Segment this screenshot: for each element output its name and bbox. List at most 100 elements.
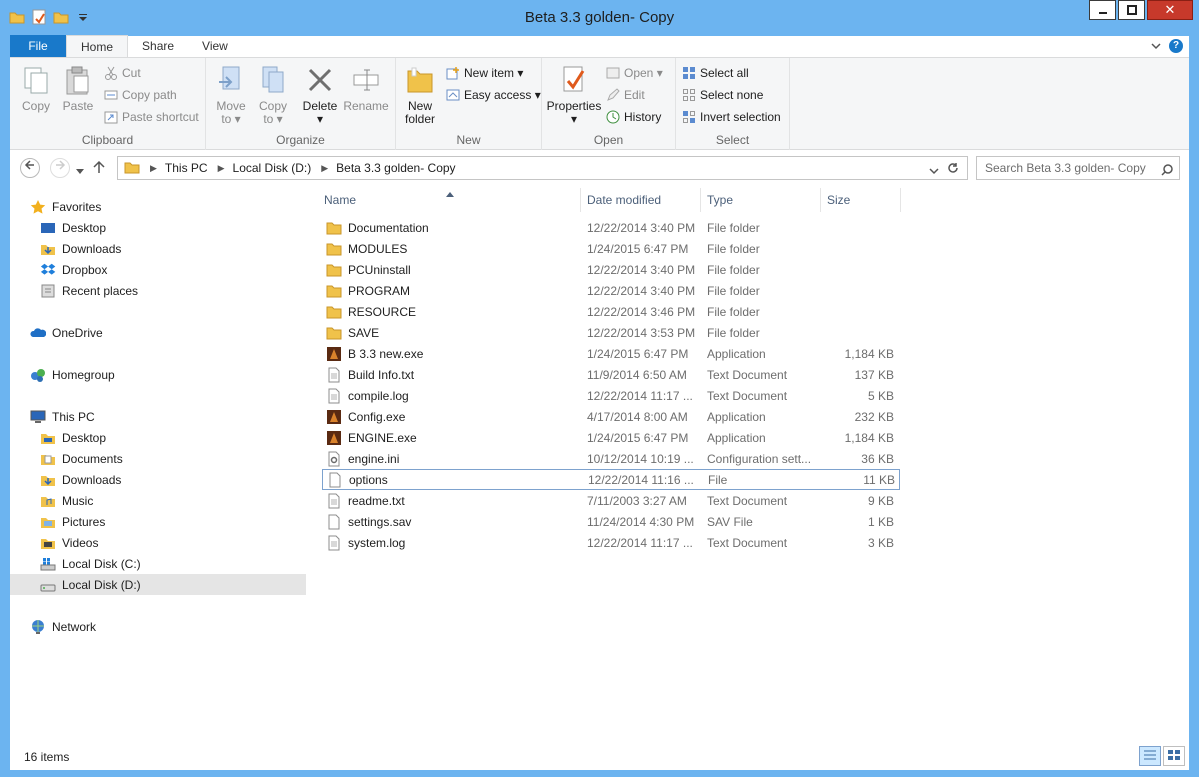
select-none-button[interactable]: Select none (682, 85, 763, 105)
nav-pc-local-disk-d[interactable]: Local Disk (D:) (10, 574, 306, 595)
file-name-cell[interactable]: PCUninstall (322, 262, 581, 278)
column-header-name[interactable]: Name (318, 188, 581, 212)
new-folder-icon[interactable] (52, 8, 70, 26)
column-header-date[interactable]: Date modified (581, 188, 701, 212)
nav-homegroup[interactable]: Homegroup (10, 364, 306, 385)
properties-button[interactable]: Properties ▾ (546, 64, 602, 126)
table-row[interactable]: readme.txt 7/11/2003 3:27 AM Text Document… (322, 490, 898, 511)
file-name-cell[interactable]: Build Info.txt (322, 367, 581, 383)
easy-access-button[interactable]: Easy access ▾ (446, 85, 541, 105)
file-name-cell[interactable]: settings.sav (322, 514, 581, 530)
help-icon[interactable]: ? (1169, 39, 1183, 53)
breadcrumb-separator-icon[interactable]: ▶ (321, 163, 328, 174)
nav-network[interactable]: Network (10, 616, 306, 637)
nav-pc-documents[interactable]: Documents (10, 448, 306, 469)
nav-pc-music[interactable]: Music (10, 490, 306, 511)
maximize-button[interactable] (1118, 0, 1145, 20)
nav-pc-downloads[interactable]: Downloads (10, 469, 306, 490)
details-view-button[interactable] (1139, 746, 1161, 766)
address-bar[interactable]: ▶ This PC ▶ Local Disk (D:) ▶ Beta 3.3 g… (117, 156, 968, 180)
rename-button[interactable]: Rename (342, 64, 390, 113)
file-name-cell[interactable]: RESOURCE (322, 304, 581, 320)
tab-share[interactable]: Share (128, 35, 188, 57)
table-row[interactable]: MODULES 1/24/2015 6:47 PM File folder (322, 238, 898, 259)
nav-onedrive[interactable]: OneDrive (10, 322, 306, 343)
large-icons-view-button[interactable] (1163, 746, 1185, 766)
select-all-button[interactable]: Select all (682, 63, 749, 83)
file-name-cell[interactable]: Config.exe (322, 409, 581, 425)
file-name-cell[interactable]: MODULES (322, 241, 581, 257)
edit-button[interactable]: Edit (606, 85, 645, 105)
nav-fav-desktop[interactable]: Desktop (10, 217, 306, 238)
customize-qat-icon[interactable] (74, 8, 92, 26)
copy-path-button[interactable]: Copy path (104, 85, 177, 105)
nav-this-pc[interactable]: This PC (10, 406, 306, 427)
properties-icon[interactable] (30, 8, 48, 26)
file-name-cell[interactable]: engine.ini (322, 451, 581, 467)
paste-shortcut-button[interactable]: Paste shortcut (104, 107, 199, 127)
search-input[interactable]: Search Beta 3.3 golden- Copy (976, 156, 1180, 180)
recent-locations-icon[interactable] (76, 164, 84, 178)
paste-button[interactable]: Paste (60, 64, 96, 113)
new-folder-button[interactable]: New folder (402, 64, 438, 126)
file-name-cell[interactable]: B 3.3 new.exe (322, 346, 581, 362)
breadcrumb-separator-icon[interactable]: ▶ (150, 163, 157, 174)
table-row[interactable]: Config.exe 4/17/2014 8:00 AM Application 23… (322, 406, 898, 427)
table-row[interactable]: RESOURCE 12/22/2014 3:46 PM File folder (322, 301, 898, 322)
file-name-cell[interactable]: SAVE (322, 325, 581, 341)
invert-selection-button[interactable]: Invert selection (682, 107, 781, 127)
forward-button[interactable] (50, 158, 70, 178)
nav-fav-dropbox[interactable]: Dropbox (10, 259, 306, 280)
delete-button[interactable]: Delete ▾ (300, 64, 340, 126)
copy-button[interactable]: Copy (18, 64, 54, 113)
nav-favorites[interactable]: Favorites (10, 196, 306, 217)
move-to-button[interactable]: Move to ▾ (212, 64, 250, 126)
back-button[interactable] (20, 158, 40, 178)
table-row[interactable]: B 3.3 new.exe 1/24/2015 6:47 PM Applicatio… (322, 343, 898, 364)
file-name-cell[interactable]: ENGINE.exe (322, 430, 581, 446)
tab-file[interactable]: File (10, 35, 66, 57)
breadcrumb-separator-icon[interactable]: ▶ (218, 163, 225, 174)
table-row[interactable]: ENGINE.exe 1/24/2015 6:47 PM Application 1,… (322, 427, 898, 448)
breadcrumb-current-folder[interactable]: Beta 3.3 golden- Copy (336, 161, 455, 175)
table-row[interactable]: SAVE 12/22/2014 3:53 PM File folder (322, 322, 898, 343)
nav-pc-videos[interactable]: Videos (10, 532, 306, 553)
tab-view[interactable]: View (188, 35, 242, 57)
table-row[interactable]: Documentation 12/22/2014 3:40 PM File fold… (322, 217, 898, 238)
table-row[interactable]: PCUninstall 12/22/2014 3:40 PM File folder (322, 259, 898, 280)
open-button[interactable]: Open ▾ (606, 63, 663, 83)
table-row[interactable]: PROGRAM 12/22/2014 3:40 PM File folder (322, 280, 898, 301)
breadcrumb-local-disk-d[interactable]: Local Disk (D:) (233, 161, 312, 175)
file-name-cell[interactable]: system.log (322, 535, 581, 551)
file-name-cell[interactable]: compile.log (322, 388, 581, 404)
cut-button[interactable]: Cut (104, 63, 141, 83)
file-name-cell[interactable]: Documentation (322, 220, 581, 236)
minimize-button[interactable] (1089, 0, 1116, 20)
history-button[interactable]: History (606, 107, 661, 127)
up-arrow-icon[interactable] (92, 160, 106, 177)
table-row[interactable]: compile.log 12/22/2014 11:17 ... Text Docu… (322, 385, 898, 406)
expand-ribbon-icon[interactable] (1151, 39, 1161, 53)
new-item-button[interactable]: New item ▾ (446, 63, 523, 83)
table-row[interactable]: system.log 12/22/2014 11:17 ... Text Docum… (322, 532, 898, 553)
nav-pc-desktop[interactable]: Desktop (10, 427, 306, 448)
nav-pc-local-disk-c[interactable]: Local Disk (C:) (10, 553, 306, 574)
nav-pc-pictures[interactable]: Pictures (10, 511, 306, 532)
column-header-size[interactable]: Size (821, 188, 901, 212)
tab-home[interactable]: Home (66, 35, 129, 57)
copy-to-button[interactable]: Copy to ▾ (254, 64, 292, 126)
file-name-cell[interactable]: readme.txt (322, 493, 581, 509)
file-name-cell[interactable]: PROGRAM (322, 283, 581, 299)
table-row[interactable]: settings.sav 11/24/2014 4:30 PM SAV File 1 … (322, 511, 898, 532)
address-dropdown-icon[interactable] (929, 164, 939, 178)
breadcrumb-this-pc[interactable]: This PC (165, 161, 208, 175)
table-row[interactable]: engine.ini 10/12/2014 10:19 ... Configurat… (322, 448, 898, 469)
refresh-icon[interactable] (947, 162, 959, 177)
nav-fav-recent-places[interactable]: Recent places (10, 280, 306, 301)
table-row[interactable]: options 12/22/2014 11:16 ... File 11 KB (322, 469, 900, 490)
column-header-type[interactable]: Type (701, 188, 821, 212)
file-name-cell[interactable]: options (323, 472, 582, 488)
nav-fav-downloads[interactable]: Downloads (10, 238, 306, 259)
close-button[interactable]: ✕ (1147, 0, 1193, 20)
table-row[interactable]: Build Info.txt 11/9/2014 6:50 AM Text Docu… (322, 364, 898, 385)
